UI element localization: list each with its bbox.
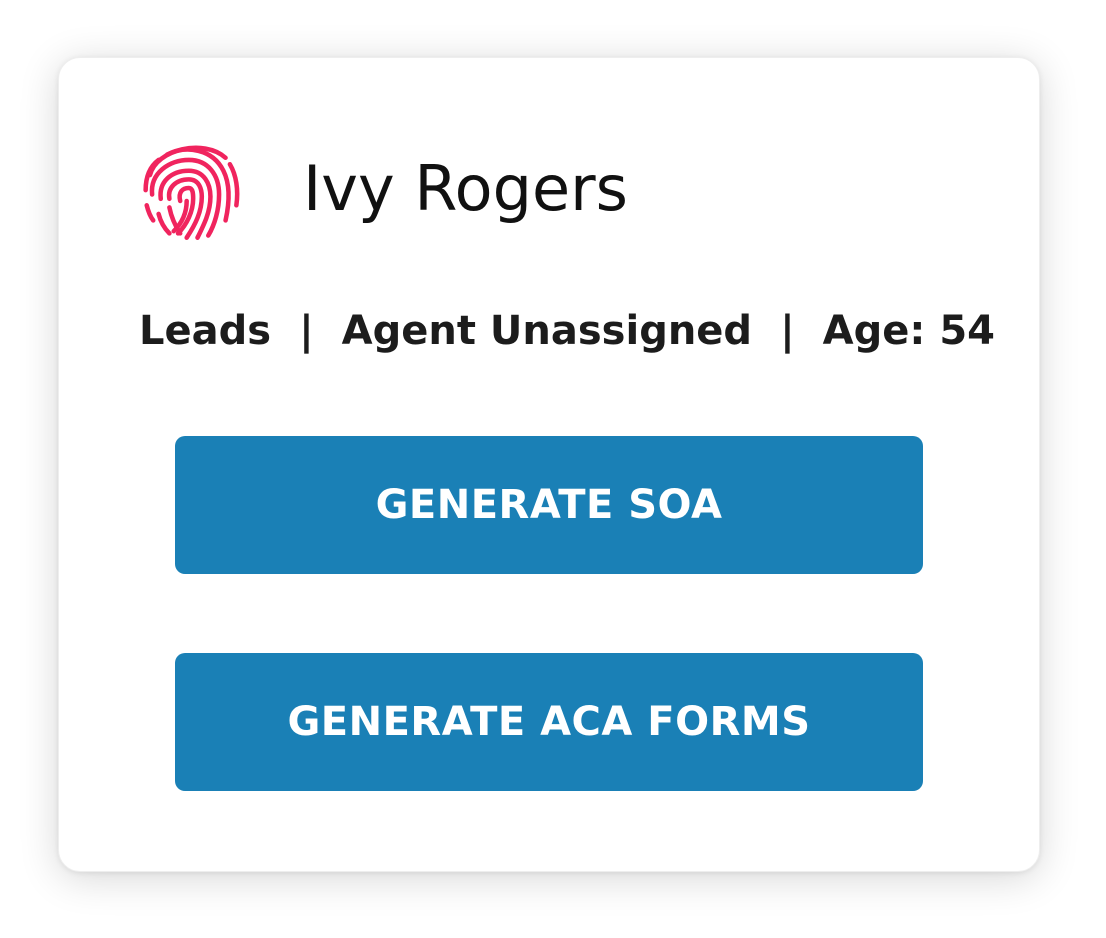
meta-separator: | (299, 308, 314, 354)
stage-label: Leads (139, 308, 272, 354)
generate-soa-button[interactable]: GENERATE SOA (175, 436, 923, 574)
contact-meta: Leads | Agent Unassigned | Age: 54 (139, 308, 995, 354)
contact-name: Ivy Rogers (303, 151, 628, 225)
contact-header: Ivy Rogers (137, 134, 628, 242)
contact-card: Ivy Rogers Leads | Agent Unassigned | Ag… (58, 57, 1040, 872)
meta-separator: | (780, 308, 795, 354)
generate-aca-forms-button[interactable]: GENERATE ACA FORMS (175, 653, 923, 791)
age-label: Age: 54 (822, 308, 995, 354)
agent-label: Agent Unassigned (341, 308, 753, 354)
fingerprint-icon (137, 134, 245, 242)
